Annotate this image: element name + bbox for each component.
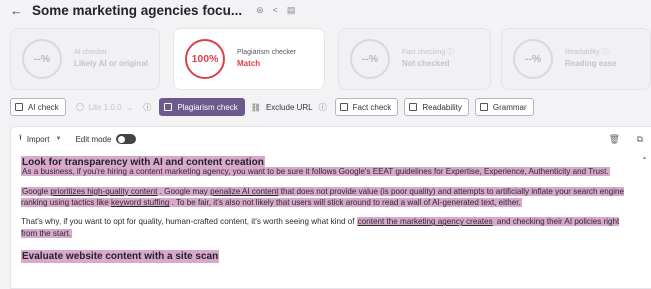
checkbox-icon [339,103,348,111]
checkbox-checked-icon [164,103,173,111]
card-value: Reading ease [565,59,617,69]
page-title: Some marketing agencies focu... [32,2,243,18]
paragraph: Google prioritizes high-quality content … [21,186,629,209]
refresh-icon[interactable]: ⊛ [256,5,264,16]
source-link[interactable]: content the marketing agency creates [356,217,494,227]
plagiarism-check-label: Plagiarism check [177,102,238,112]
source-link[interactable]: prioritizes high-quality content [50,187,157,196]
copy-icon[interactable]: ⧉ [637,134,643,144]
exclude-url-label: Exclude URL [265,102,313,112]
ai-checker-card[interactable]: --% AI checker Likely AI or original [10,28,160,90]
scroll-up-arrow[interactable]: ▲ [642,155,647,161]
ai-check-button[interactable]: AI check [10,98,66,116]
text-editor[interactable]: ⭱ Import ▼ Edit mode 🗑 ⧉ ▲ Look for tran… [10,126,651,289]
fact-score-circle: --% [350,39,390,79]
score-cards: --% AI checker Likely AI or original 100… [0,28,651,90]
chevron-down-icon: ⌄ [126,102,134,112]
trash-icon[interactable]: 🗑 [609,134,620,144]
lite-label: Lite 1.0.0 [88,102,122,112]
edit-mode-toggle[interactable] [116,134,137,144]
fact-check-label: Fact check [352,102,392,112]
readability-button[interactable]: Readability [404,98,469,116]
paragraph: As a business, if you're hiring a conten… [21,166,629,178]
card-value: Match [237,59,261,69]
checkbox-icon [409,103,418,111]
ai-score-circle: --% [22,39,62,79]
checkbox-icon [15,103,23,111]
share-icon[interactable]: < [273,5,278,15]
paragraph: That's why, if you want to opt for quali… [21,216,629,239]
import-label: Import [26,134,50,144]
readability-label: Readability [422,102,462,112]
info-icon[interactable]: ⓘ [143,102,151,113]
document-icon[interactable]: ▤ [287,5,296,16]
grammar-button[interactable]: Grammar [474,98,534,116]
exclude-url-button[interactable]: ⛓ Exclude URL [251,103,313,112]
top-bar: ← Some marketing agencies focu... ⊛ < ▤ [0,0,651,20]
text-run: . To be fair, it's also not likely that … [169,198,521,208]
plagiarism-check-button[interactable]: Plagiarism check [159,98,245,116]
fact-checking-card[interactable]: --% Fact checking ⓘ Not checked [338,28,491,90]
editor-toolbar: ⭱ Import ▼ Edit mode [11,127,651,151]
matched-text[interactable]: As a business, if you're hiring a conten… [21,167,610,176]
editor-content[interactable]: Look for transparency with AI and conten… [11,152,651,263]
text-run: . Google may [157,186,211,196]
matched-text[interactable]: Google prioritizes high-quality content … [21,186,625,208]
text-run: Google [22,186,51,196]
chevron-down-icon: ▼ [55,136,62,142]
plagiarism-checker-card[interactable]: 100% Plagiarism checker Match [173,28,325,90]
readability-card[interactable]: --% Readability ⓘ Reading ease [501,28,651,90]
card-label: Plagiarism checker [237,49,297,56]
check-toolbar: AI check Lite 1.0.0 ⌄ ⓘ Plagiarism check… [10,98,540,116]
readability-score-circle: --% [513,39,553,79]
card-label: Fact checking ⓘ [402,49,455,56]
ai-check-label: AI check [28,102,59,112]
plagiarism-score-circle: 100% [185,39,225,79]
lite-model-select[interactable]: Lite 1.0.0 ⌄ [72,98,138,116]
checkbox-icon [479,103,488,111]
link-off-icon: ⛓ [250,102,261,112]
section-heading: Evaluate website content with a site sca… [21,249,220,263]
card-value: Likely AI or original [74,59,148,69]
card-label: Readability ⓘ [565,49,609,56]
model-icon [75,103,84,111]
source-link[interactable]: keyword stuffing [111,198,169,207]
grammar-label: Grammar [492,102,527,112]
import-dropdown[interactable]: ⭱ Import ▼ [19,132,61,146]
upload-icon: ⭱ [19,133,22,142]
fact-check-button[interactable]: Fact check [334,98,399,116]
arrow-left-icon[interactable]: ← [10,3,26,18]
card-value: Not checked [402,59,450,69]
text-run: That's why, if you want to opt for quali… [21,217,357,227]
edit-mode-label: Edit mode [75,134,112,144]
info-icon[interactable]: ⓘ [319,102,327,113]
card-label: AI checker [74,49,108,56]
source-link[interactable]: penalize AI content [210,187,278,196]
